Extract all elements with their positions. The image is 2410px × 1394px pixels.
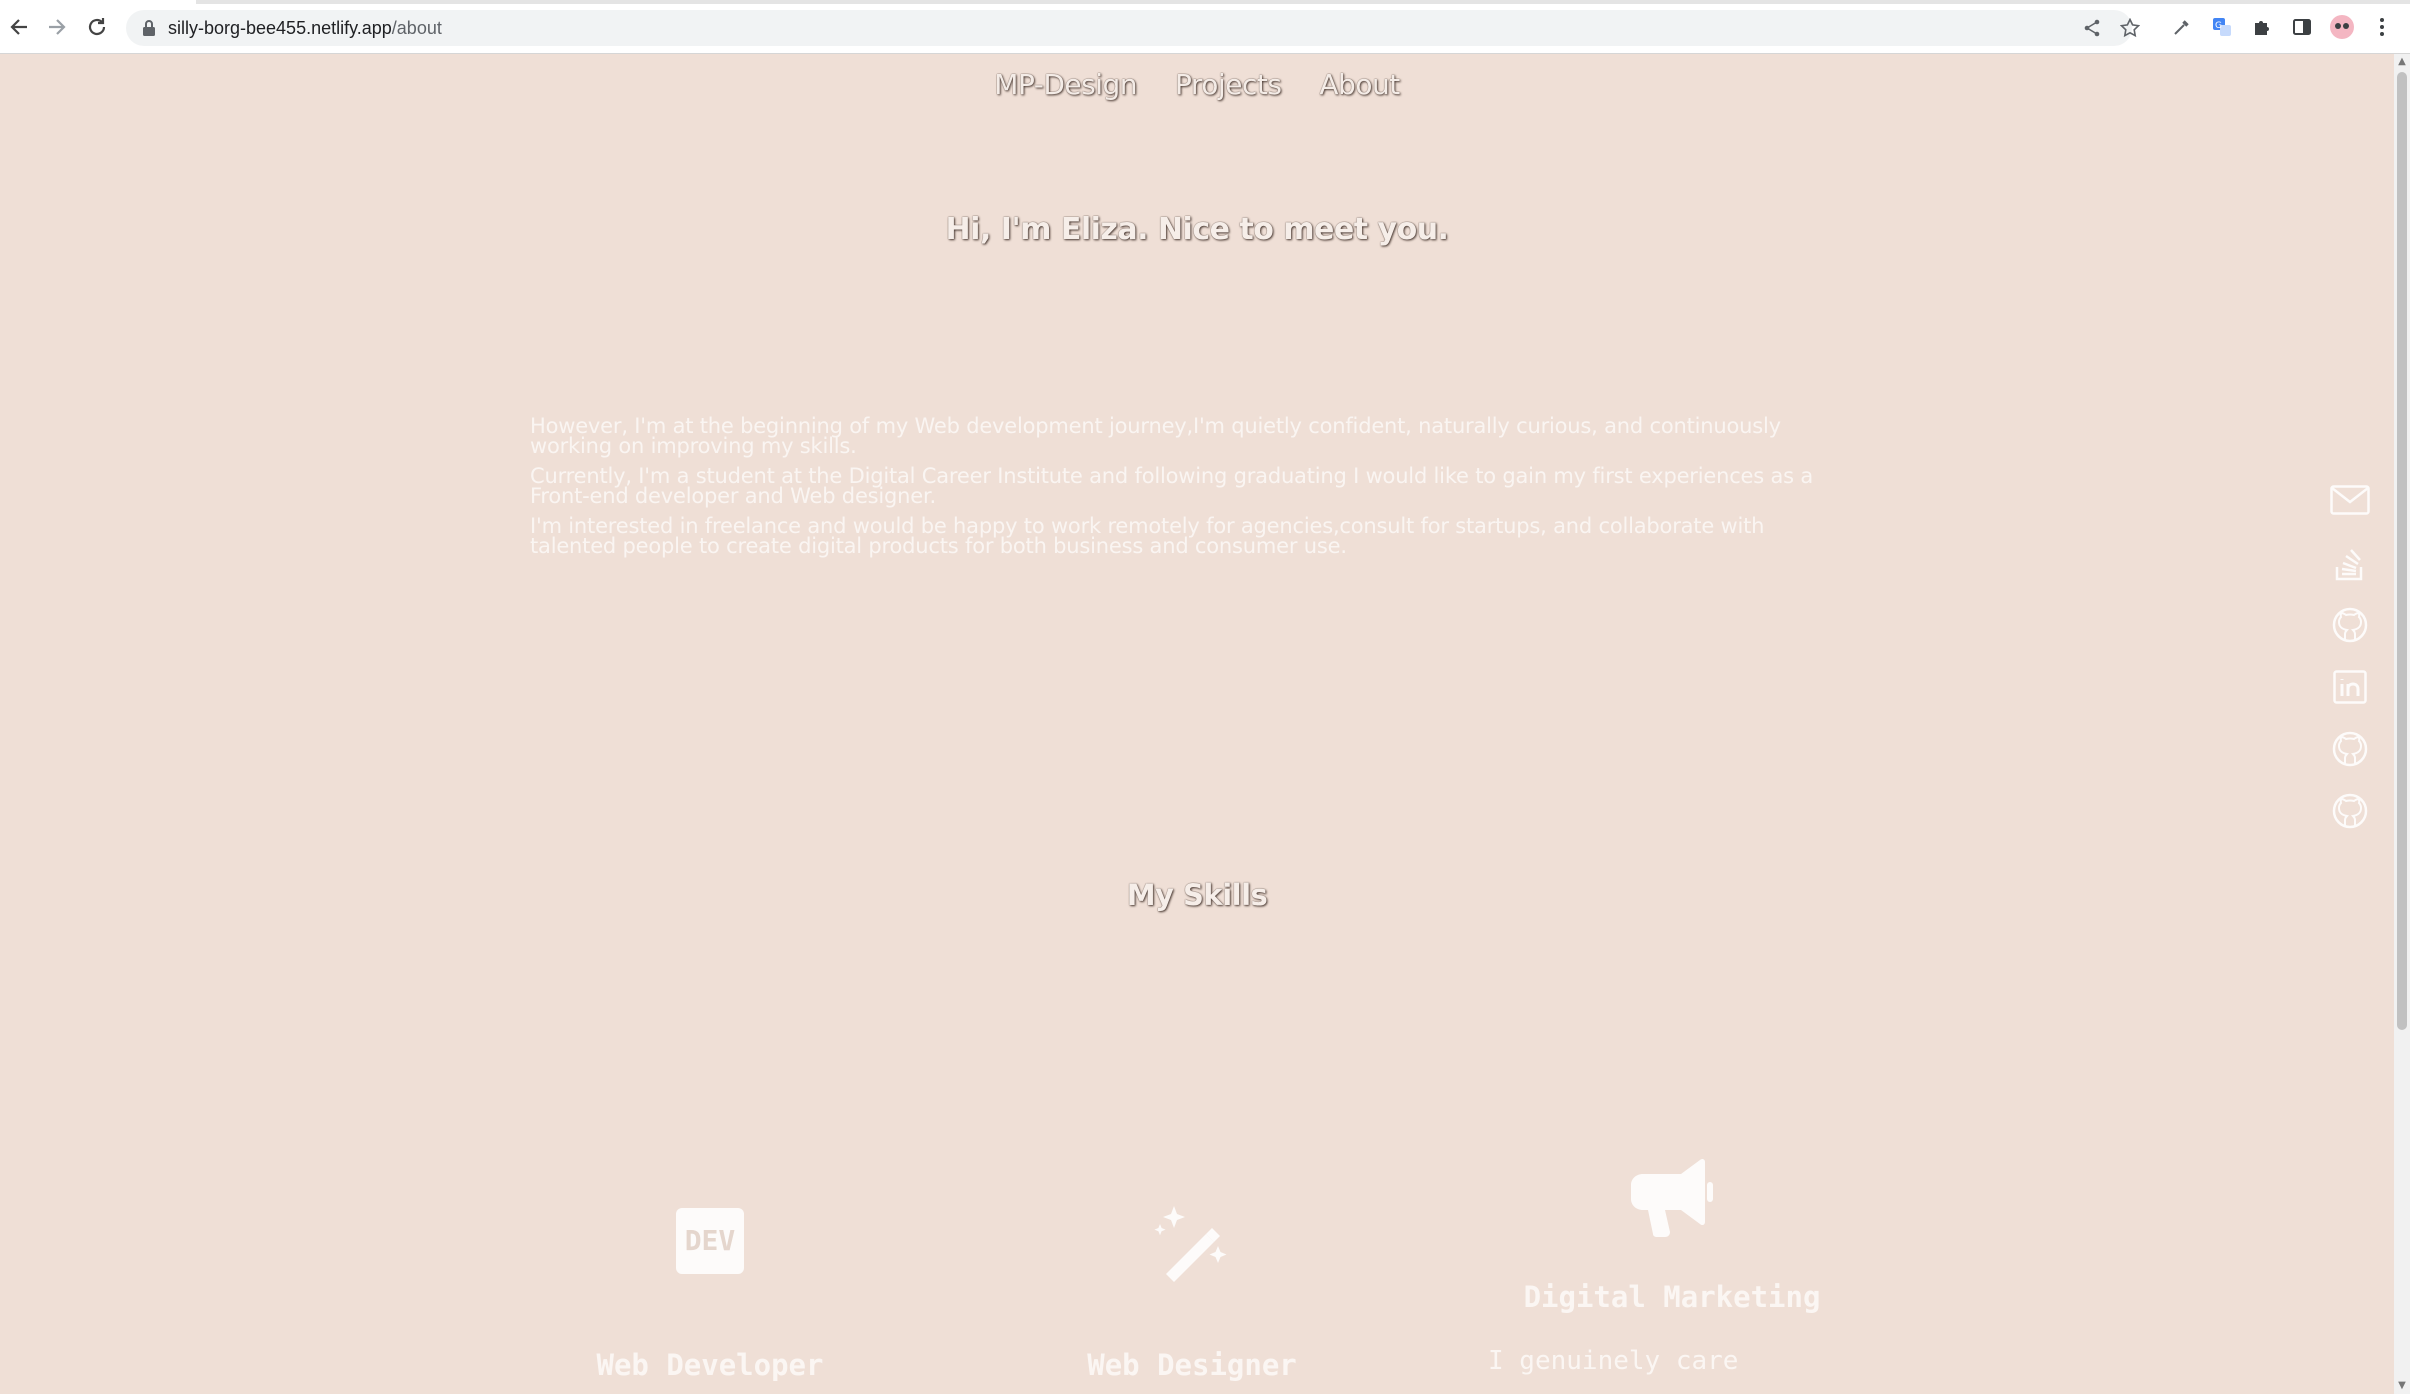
nav-link-mp-design[interactable]: MP-Design <box>994 68 1137 101</box>
svg-text:DEV: DEV <box>685 1224 736 1257</box>
scroll-up-arrow-icon[interactable]: ▲ <box>2397 56 2407 68</box>
skill-title: Web Developer <box>596 1348 824 1382</box>
main-nav: MP-Design Projects About <box>0 68 2394 101</box>
lock-icon <box>143 20 155 36</box>
skill-description: I genuinely care <box>1488 1346 1739 1376</box>
dev-logo-icon: DEV <box>676 1208 744 1274</box>
skill-title: Digital Marketing <box>1523 1280 1821 1314</box>
scrollbar-thumb[interactable] <box>2397 72 2407 1030</box>
about-paragraph: However, I'm at the beginning of my Web … <box>530 414 1781 458</box>
share-icon[interactable] <box>2080 16 2104 40</box>
reload-icon <box>88 18 106 36</box>
github-icon <box>2332 607 2368 643</box>
url-host: silly-borg-bee455.netlify.app <box>168 18 392 38</box>
skill-card-digital-marketing: Digital Marketing I genuinely care <box>1488 1158 1842 1376</box>
stack-overflow-link[interactable] <box>2328 541 2372 585</box>
github-link[interactable] <box>2328 727 2372 771</box>
puzzle-extensions-icon[interactable] <box>2249 14 2275 40</box>
nav-link-projects[interactable]: Projects <box>1175 68 1282 101</box>
email-link[interactable] <box>2328 478 2372 522</box>
url-path: /about <box>391 18 442 38</box>
browser-toolbar: silly-borg-bee455.netlify.app/about G <box>0 0 2410 54</box>
github-icon <box>2332 731 2368 767</box>
translate-extension-icon[interactable]: G <box>2209 14 2235 40</box>
magic-wand-icon <box>1154 1206 1227 1282</box>
hero-title: Hi, I'm Eliza. Nice to meet you. <box>945 212 1449 247</box>
megaphone-icon <box>1631 1158 1713 1237</box>
side-panel-icon[interactable] <box>2289 14 2315 40</box>
profile-avatar-icon[interactable] <box>2329 14 2355 40</box>
stack-overflow-icon <box>2335 549 2363 581</box>
skill-card-web-designer: Web Designer <box>1042 1202 1342 1382</box>
github-link[interactable] <box>2328 603 2372 647</box>
more-menu-icon[interactable] <box>2369 14 2395 40</box>
url-text: silly-borg-bee455.netlify.app/about <box>168 18 442 39</box>
nav-link-about[interactable]: About <box>1319 68 1400 101</box>
tab-strip-edge <box>196 0 2410 4</box>
page-scrollbar[interactable]: ▲ ▼ <box>2394 54 2410 1394</box>
arrow-left-icon <box>10 19 27 35</box>
skills-title: My Skills <box>1126 878 1268 912</box>
scroll-down-arrow-icon[interactable]: ▼ <box>2397 1380 2407 1392</box>
about-page: MP-Design Projects About Hi, I'm Eliza. … <box>0 54 2394 1394</box>
forward-button[interactable] <box>42 12 72 42</box>
github-icon <box>2332 793 2368 829</box>
svg-text:G: G <box>2215 21 2222 31</box>
skill-card-web-developer: DEV Web Developer <box>560 1208 860 1382</box>
linkedin-link[interactable] <box>2328 665 2372 709</box>
about-paragraph: Currently, I'm a student at the Digital … <box>530 464 1814 508</box>
about-text: However, I'm at the beginning of my Web … <box>530 416 1830 566</box>
skill-title: Web Designer <box>1087 1348 1297 1382</box>
linkedin-icon <box>2333 670 2367 704</box>
reload-button[interactable] <box>82 12 112 42</box>
address-bar[interactable]: silly-borg-bee455.netlify.app/about <box>126 10 2140 46</box>
back-button[interactable] <box>4 12 34 42</box>
bookmark-star-icon[interactable] <box>2118 16 2142 40</box>
eyedropper-extension-icon[interactable] <box>2169 14 2195 40</box>
envelope-icon <box>2330 485 2370 515</box>
github-link[interactable] <box>2328 789 2372 833</box>
about-paragraph: I'm interested in freelance and would be… <box>530 514 1765 558</box>
arrow-right-icon <box>49 19 66 35</box>
